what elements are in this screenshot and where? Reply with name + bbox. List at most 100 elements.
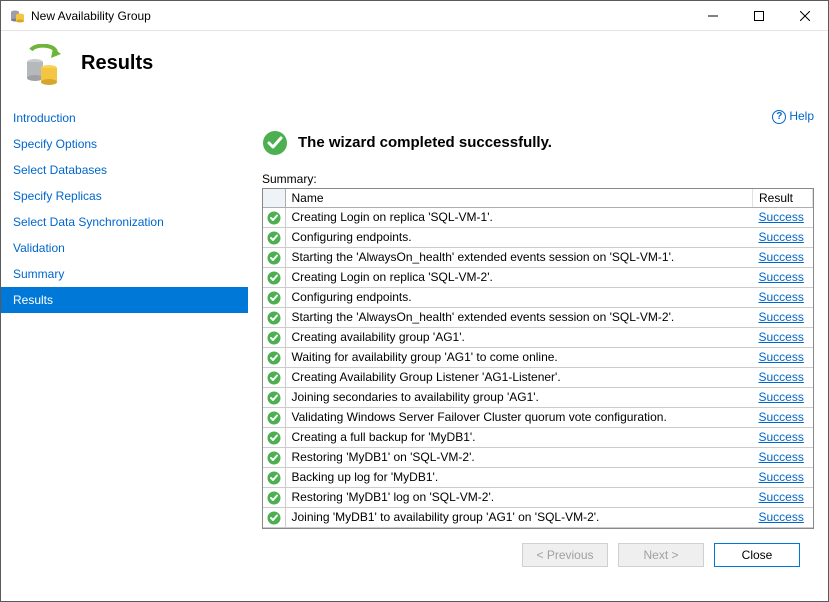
row-status-icon [263, 207, 285, 227]
main-panel: ?Help The wizard completed successfully.… [248, 101, 828, 601]
table-row: Validating Windows Server Failover Clust… [263, 407, 813, 427]
table-row: Creating Login on replica 'SQL-VM-1'. Suc… [263, 207, 813, 227]
sidebar-item-results[interactable]: Results [1, 287, 248, 313]
column-header-icon[interactable] [263, 189, 285, 208]
result-link[interactable]: Success [759, 390, 804, 404]
sidebar-item-select-data-synchronization[interactable]: Select Data Synchronization [1, 209, 248, 235]
row-name: Joining secondaries to availability grou… [285, 387, 753, 407]
table-row: Creating Login on replica 'SQL-VM-2'. Suc… [263, 267, 813, 287]
row-status-icon [263, 227, 285, 247]
table-row: Creating a full backup for 'MyDB1'. Succe… [263, 427, 813, 447]
result-link[interactable]: Success [759, 330, 804, 344]
table-row: Joining 'MyDB1' to availability group 'A… [263, 507, 813, 527]
row-name: Backing up log for 'MyDB1'. [285, 467, 753, 487]
result-link[interactable]: Success [759, 230, 804, 244]
result-link[interactable]: Success [759, 470, 804, 484]
table-row: Starting the 'AlwaysOn_health' extended … [263, 307, 813, 327]
row-name: Restoring 'MyDB1' log on 'SQL-VM-2'. [285, 487, 753, 507]
row-status-icon [263, 427, 285, 447]
window-controls [690, 1, 828, 31]
row-result: Success [753, 307, 813, 327]
sidebar: IntroductionSpecify OptionsSelect Databa… [1, 101, 248, 601]
row-result: Success [753, 407, 813, 427]
row-result: Success [753, 447, 813, 467]
sidebar-item-summary[interactable]: Summary [1, 261, 248, 287]
sidebar-item-introduction[interactable]: Introduction [1, 105, 248, 131]
table-row: Configuring endpoints. Success [263, 287, 813, 307]
help-icon: ? [772, 110, 786, 124]
row-result: Success [753, 467, 813, 487]
row-name: Creating a full backup for 'MyDB1'. [285, 427, 753, 447]
row-name: Configuring endpoints. [285, 287, 753, 307]
result-link[interactable]: Success [759, 290, 804, 304]
row-name: Creating availability group 'AG1'. [285, 327, 753, 347]
result-link[interactable]: Success [759, 310, 804, 324]
row-result: Success [753, 427, 813, 447]
row-result: Success [753, 487, 813, 507]
row-result: Success [753, 387, 813, 407]
wizard-logo [21, 44, 61, 84]
row-result: Success [753, 267, 813, 287]
maximize-button[interactable] [736, 1, 782, 31]
result-link[interactable]: Success [759, 370, 804, 384]
sidebar-item-select-databases[interactable]: Select Databases [1, 157, 248, 183]
table-row: Backing up log for 'MyDB1'. Success [263, 467, 813, 487]
help-link[interactable]: Help [789, 109, 814, 123]
row-status-icon [263, 327, 285, 347]
row-status-icon [263, 267, 285, 287]
row-result: Success [753, 247, 813, 267]
row-result: Success [753, 327, 813, 347]
minimize-button[interactable] [690, 1, 736, 31]
row-status-icon [263, 247, 285, 267]
row-status-icon [263, 507, 285, 527]
header: Results [1, 31, 828, 101]
close-window-button[interactable] [782, 1, 828, 31]
row-status-icon [263, 307, 285, 327]
page-title: Results [81, 52, 153, 75]
result-link[interactable]: Success [759, 250, 804, 264]
column-header-name[interactable]: Name [285, 189, 753, 208]
column-header-result[interactable]: Result [753, 189, 813, 208]
row-status-icon [263, 447, 285, 467]
row-status-icon [263, 387, 285, 407]
table-row: Configuring endpoints.Success [263, 227, 813, 247]
help-area: ?Help [262, 109, 814, 124]
table-row: Restoring 'MyDB1' on 'SQL-VM-2'. Success [263, 447, 813, 467]
success-icon [262, 130, 288, 156]
table-row: Waiting for availability group 'AG1' to … [263, 347, 813, 367]
sidebar-item-validation[interactable]: Validation [1, 235, 248, 261]
sidebar-item-specify-replicas[interactable]: Specify Replicas [1, 183, 248, 209]
result-link[interactable]: Success [759, 450, 804, 464]
row-result: Success [753, 507, 813, 527]
summary-label: Summary: [262, 172, 814, 186]
row-name: Waiting for availability group 'AG1' to … [285, 347, 753, 367]
result-link[interactable]: Success [759, 490, 804, 504]
result-link[interactable]: Success [759, 430, 804, 444]
row-name: Creating Availability Group Listener 'AG… [285, 367, 753, 387]
row-name: Joining 'MyDB1' to availability group 'A… [285, 507, 753, 527]
row-status-icon [263, 487, 285, 507]
wizard-window: New Availability Group Results Introduct… [0, 0, 829, 602]
row-result: Success [753, 287, 813, 307]
sidebar-item-specify-options[interactable]: Specify Options [1, 131, 248, 157]
result-link[interactable]: Success [759, 350, 804, 364]
row-name: Creating Login on replica 'SQL-VM-2'. [285, 267, 753, 287]
status-message: The wizard completed successfully. [298, 134, 552, 151]
result-link[interactable]: Success [759, 270, 804, 284]
result-link[interactable]: Success [759, 510, 804, 524]
row-result: Success [753, 367, 813, 387]
row-result: Success [753, 347, 813, 367]
row-name: Starting the 'AlwaysOn_health' extended … [285, 307, 753, 327]
row-result: Success [753, 207, 813, 227]
close-button[interactable]: Close [714, 543, 800, 567]
row-name: Restoring 'MyDB1' on 'SQL-VM-2'. [285, 447, 753, 467]
result-link[interactable]: Success [759, 410, 804, 424]
result-link[interactable]: Success [759, 210, 804, 224]
status-row: The wizard completed successfully. [262, 130, 814, 156]
table-row: Starting the 'AlwaysOn_health' extended … [263, 247, 813, 267]
row-name: Creating Login on replica 'SQL-VM-1'. [285, 207, 753, 227]
table-row: Creating availability group 'AG1'. Succes… [263, 327, 813, 347]
next-button: Next > [618, 543, 704, 567]
row-status-icon [263, 407, 285, 427]
table-row: Restoring 'MyDB1' log on 'SQL-VM-2'. Succ… [263, 487, 813, 507]
